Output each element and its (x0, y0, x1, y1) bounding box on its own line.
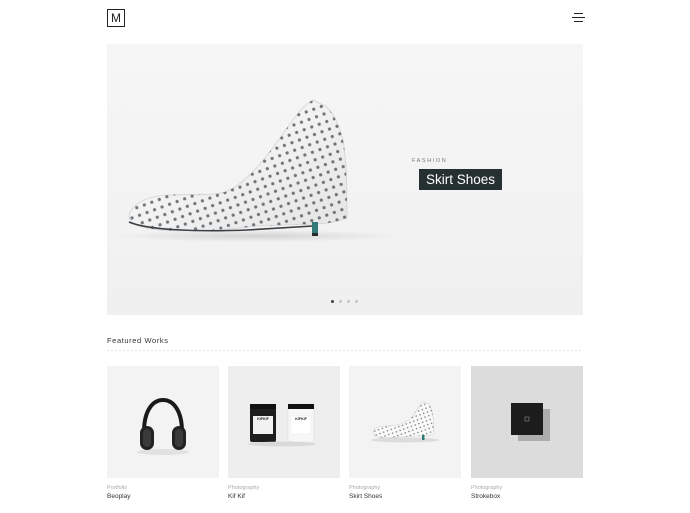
slider-dot-2[interactable] (339, 300, 342, 303)
card-title[interactable]: Beoplay (107, 492, 219, 501)
card-category: Photography (349, 485, 381, 491)
jars-thumbnail[interactable]: KIFKIF KIFKIF (228, 366, 340, 478)
featured-card-kif-kif[interactable]: KIFKIF KIFKIF Photography Kif Kif (228, 366, 340, 501)
card-category: Portfolio (107, 485, 128, 491)
site-logo[interactable]: M (107, 9, 125, 27)
shoe-thumbnail[interactable] (349, 366, 461, 478)
featured-card-strokebox[interactable]: Photography Strokebox (471, 366, 583, 501)
shoe-icon (371, 401, 439, 443)
featured-works-heading: Featured Works (107, 336, 169, 345)
hero-shoe-image (117, 99, 397, 242)
hero-category-label: FASHION (412, 158, 448, 164)
box-icon (511, 403, 550, 441)
jar-label-right: KIFKIF (295, 417, 307, 421)
featured-card-skirt-shoes[interactable]: Photography Skirt Shoes (349, 366, 461, 501)
headphones-icon (137, 397, 189, 455)
card-title[interactable]: Kif Kif (228, 492, 340, 501)
card-title[interactable]: Skirt Shoes (349, 492, 461, 501)
box-thumbnail[interactable] (471, 366, 583, 478)
hero-title[interactable]: Skirt Shoes (419, 169, 503, 190)
hero-slider[interactable]: FASHION Skirt Shoes (107, 44, 583, 315)
jar-label-left: KIFKIF (257, 417, 269, 421)
slider-pagination (331, 300, 358, 303)
hamburger-menu-icon[interactable] (572, 13, 585, 23)
card-title[interactable]: Strokebox (471, 492, 583, 501)
section-divider (107, 350, 583, 351)
card-category: Photography (471, 485, 503, 491)
slider-dot-3[interactable] (347, 300, 350, 303)
headphones-thumbnail[interactable] (107, 366, 219, 478)
slider-dot-4[interactable] (355, 300, 358, 303)
card-category: Photography (228, 485, 260, 491)
featured-card-beoplay[interactable]: Portfolio Beoplay (107, 366, 219, 501)
slider-dot-1[interactable] (331, 300, 334, 303)
jars-icon (248, 403, 316, 447)
